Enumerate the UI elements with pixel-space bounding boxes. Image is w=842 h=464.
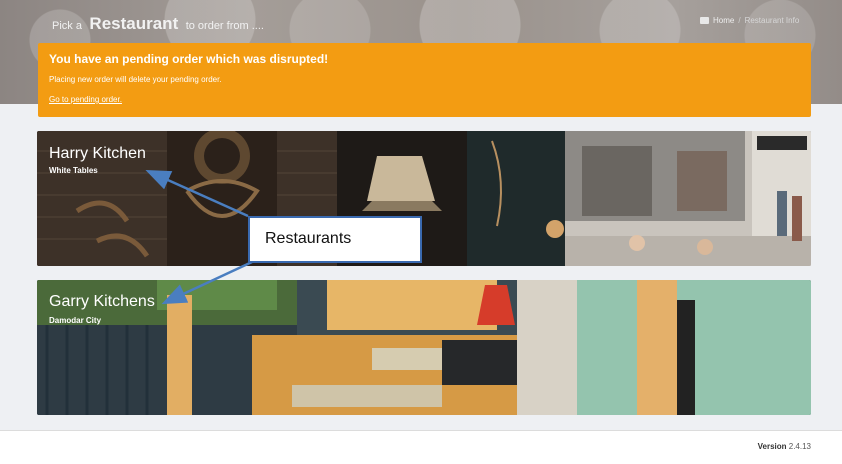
restaurant-name: Garry Kitchens <box>49 293 155 310</box>
breadcrumb: Home / Restaurant Info <box>700 16 799 25</box>
restaurant-image <box>37 131 811 266</box>
page-title-main: Restaurant <box>89 14 179 33</box>
footer: Version 2.4.13 <box>0 430 842 464</box>
breadcrumb-separator: / <box>738 16 741 25</box>
restaurant-location: White Tables <box>49 166 98 175</box>
breadcrumb-current: Restaurant Info <box>744 16 800 25</box>
restaurant-card[interactable]: Harry Kitchen White Tables <box>37 131 811 266</box>
page-title: Pick a Restaurant to order from .... <box>52 14 264 34</box>
alert-message: Placing new order will delete your pendi… <box>49 75 222 84</box>
version-number: 2.4.13 <box>788 442 811 451</box>
restaurant-card[interactable]: Garry Kitchens Damodar City <box>37 280 811 415</box>
breadcrumb-home-link[interactable]: Home <box>713 16 734 25</box>
restaurant-location: Damodar City <box>49 316 102 325</box>
pending-order-alert: You have an pending order which was disr… <box>38 43 811 117</box>
page-title-prefix: Pick a <box>52 20 82 32</box>
version-label: Version <box>757 442 787 451</box>
restaurant-name: Harry Kitchen <box>49 145 146 162</box>
alert-title: You have an pending order which was disr… <box>49 52 329 66</box>
page-title-suffix: to order from .... <box>185 20 264 32</box>
go-to-pending-order-link[interactable]: Go to pending order. <box>49 94 800 105</box>
home-icon <box>700 17 709 24</box>
annotation-label: Restaurants <box>248 216 422 263</box>
version-info: Version 2.4.13 <box>758 442 811 451</box>
